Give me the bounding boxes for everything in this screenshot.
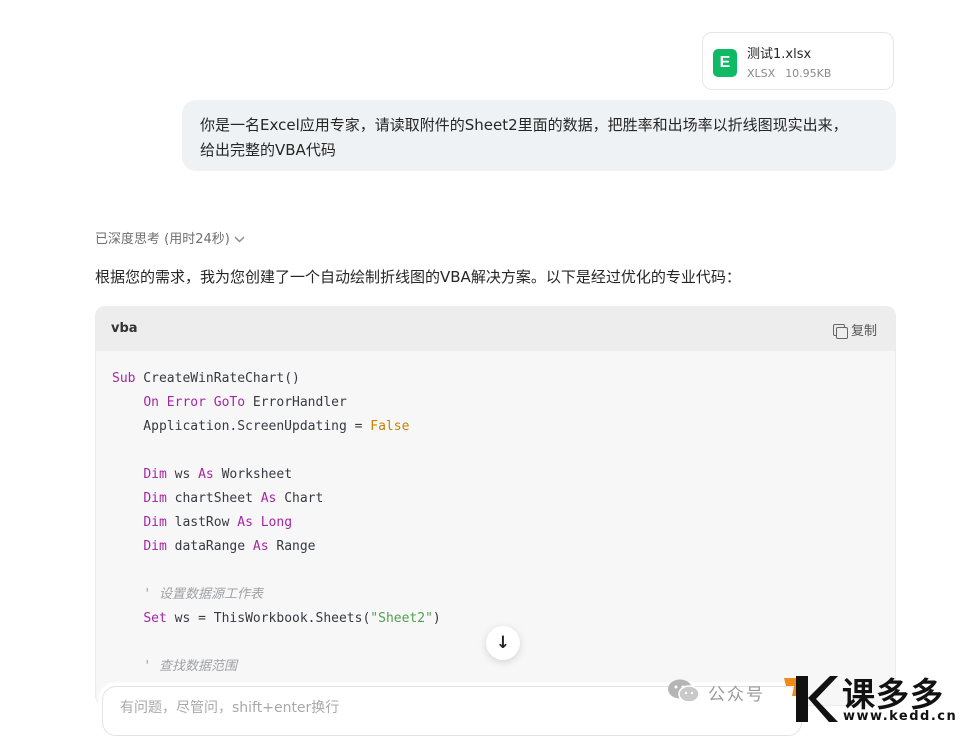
code-line: ' 设置数据源工作表 [112,583,895,607]
code-token: ' 设置数据源工作表 [143,587,263,602]
code-token: Long [260,515,293,530]
user-message-line-2: 给出完整的VBA代码 [200,141,336,159]
copy-label: 复制 [850,324,877,339]
user-message-bubble: 你是一名Excel应用专家，请读取附件的Sheet2里面的数据，把胜率和出场率以… [182,100,896,171]
attachment-file-type: XLSX [747,67,776,80]
wechat-icon [668,679,700,703]
code-token: Set [143,611,167,626]
deep-thinking-label: 已深度思考 (用时24秒) [95,232,230,247]
code-token: Dim [143,515,167,530]
code-token: Dim [143,539,167,554]
code-token: lastRow [166,515,238,530]
kedd-logo-icon [784,676,838,722]
chevron-down-icon [234,233,245,246]
code-line: On Error GoTo ErrorHandler [112,391,895,415]
code-token: Sub [112,371,136,386]
code-token: Dim [143,467,167,482]
code-token: ErrorHandler [245,395,347,410]
attachment-file-size: 10.95KB [785,67,832,80]
code-token: ws = ThisWorkbook.Sheets( [166,611,371,626]
watermark-url: www.kedd.cn [843,709,958,724]
scroll-to-bottom-button[interactable]: ↓ [486,626,520,660]
code-line: Sub CreateWinRateChart() [112,367,895,391]
code-token: Worksheet [213,467,293,482]
code-token: dataRange [166,539,253,554]
code-token: As [260,491,277,506]
code-block-header: vba 复制 [96,307,895,351]
copy-icon [832,324,848,339]
watermark-text: 公众号 [708,685,765,705]
deep-thinking-toggle[interactable]: 已深度思考 (用时24秒) [95,228,245,247]
code-token: Dim [143,491,167,506]
code-token: As [198,467,214,482]
code-line: Dim dataRange As Range [112,535,895,559]
user-message-line-1: 你是一名Excel应用专家，请读取附件的Sheet2里面的数据，把胜率和出场率以… [200,116,848,134]
copy-code-button[interactable]: 复制 [832,320,877,339]
assistant-intro-text: 根据您的需求，我为您创建了一个自动绘制折线图的VBA解决方案。以下是经过优化的专… [95,268,741,286]
code-token: chartSheet [166,491,261,506]
chat-input[interactable] [118,699,682,717]
code-line: Application.ScreenUpdating = False [112,415,895,439]
code-token: Application.ScreenUpdating = [112,419,371,434]
excel-file-icon: E [713,49,737,77]
code-line: Dim ws As Worksheet [112,463,895,487]
code-token: CreateWinRateChart() [135,371,300,386]
attachment-file-name: 测试1.xlsx [747,47,812,62]
code-language-label: vba [111,321,138,336]
attachment-meta: XLSX 10.95KB [747,67,831,80]
code-token: Chart [276,491,324,506]
code-token: As [237,515,253,530]
code-token: False [370,419,410,434]
code-line: Dim lastRow As Long [112,511,895,535]
code-token: ws [166,467,199,482]
code-token: "Sheet2" [370,611,433,626]
arrow-down-icon: ↓ [495,633,511,653]
attachment-card[interactable]: E 测试1.xlsx XLSX 10.95KB [702,32,894,90]
code-token: Range [268,539,316,554]
code-token: As [252,539,269,554]
code-token: ) [432,611,441,626]
code-token: ' 查找数据范围 [143,659,237,674]
code-token: On Error GoTo [143,395,246,410]
code-line: Dim chartSheet As Chart [112,487,895,511]
